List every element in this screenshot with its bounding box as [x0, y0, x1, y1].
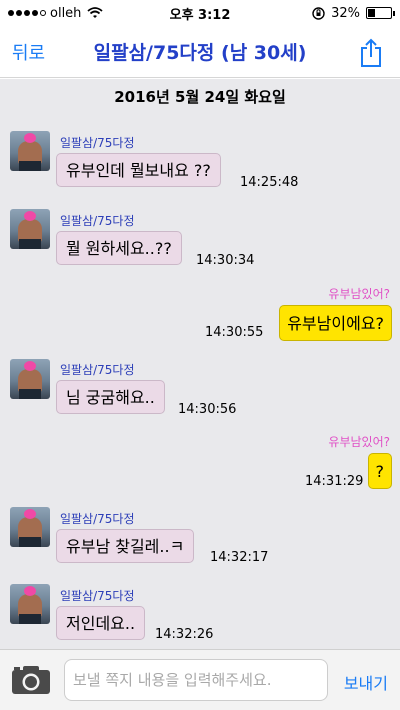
rotation-lock-icon	[312, 6, 325, 20]
status-bar: olleh 오후 3:12 32%	[0, 0, 400, 26]
avatar[interactable]	[10, 584, 50, 624]
message-bubble[interactable]: 유부인데 뭘보내요 ??	[56, 153, 221, 187]
message-bubble[interactable]: 뭘 원하세요..??	[56, 231, 182, 265]
avatar[interactable]	[10, 131, 50, 171]
battery-percent: 32%	[331, 5, 360, 21]
camera-icon[interactable]	[10, 664, 52, 696]
battery-icon	[366, 7, 395, 19]
sender-name: 일팔삼/75다정	[60, 512, 135, 526]
message-time: 14:25:48	[240, 175, 299, 190]
message-bubble[interactable]: 님 궁굼해요..	[56, 380, 165, 414]
signal-strength-icon	[8, 10, 46, 16]
avatar[interactable]	[10, 209, 50, 249]
avatar[interactable]	[10, 507, 50, 547]
message-bubble[interactable]: 저인데요..	[56, 606, 146, 640]
message-input[interactable]	[64, 659, 328, 701]
message-time: 14:31:29	[305, 474, 364, 489]
message-time: 14:30:34	[196, 253, 255, 268]
wifi-icon	[87, 7, 104, 18]
message-bubble[interactable]: 유부남 찾길레..ㅋ	[56, 529, 195, 563]
nav-bar: 뒤로 일팔삼/75다정 (남 30세)	[0, 26, 400, 78]
message-time: 14:32:17	[210, 550, 269, 565]
outgoing-label: 유부남있어?	[328, 287, 390, 301]
send-button[interactable]: 보내기	[344, 670, 388, 694]
outgoing-label: 유부남있어?	[328, 435, 390, 449]
message-time: 14:30:55	[205, 325, 264, 340]
message-time: 14:32:26	[155, 627, 214, 642]
message-time: 14:30:56	[178, 402, 237, 417]
compose-bar: 보내기	[0, 649, 400, 710]
sender-name: 일팔삼/75다정	[60, 363, 135, 377]
my-message-bubble[interactable]: ?	[367, 453, 392, 489]
sender-name: 일팔삼/75다정	[60, 136, 135, 150]
date-header: 2016년 5월 24일 화요일	[114, 88, 286, 106]
carrier-name: olleh	[50, 5, 82, 21]
page-title: 일팔삼/75다정 (남 30세)	[93, 42, 307, 64]
share-icon[interactable]	[360, 38, 382, 68]
sender-name: 일팔삼/75다정	[60, 214, 135, 228]
avatar[interactable]	[10, 359, 50, 399]
back-button[interactable]: 뒤로	[12, 39, 45, 65]
chat-area[interactable]: 2016년 5월 24일 화요일 일팔삼/75다정 유부인데 뭘보내요 ?? 1…	[0, 79, 400, 649]
my-message-bubble[interactable]: 유부남이에요?	[279, 305, 392, 341]
sender-name: 일팔삼/75다정	[60, 589, 135, 603]
